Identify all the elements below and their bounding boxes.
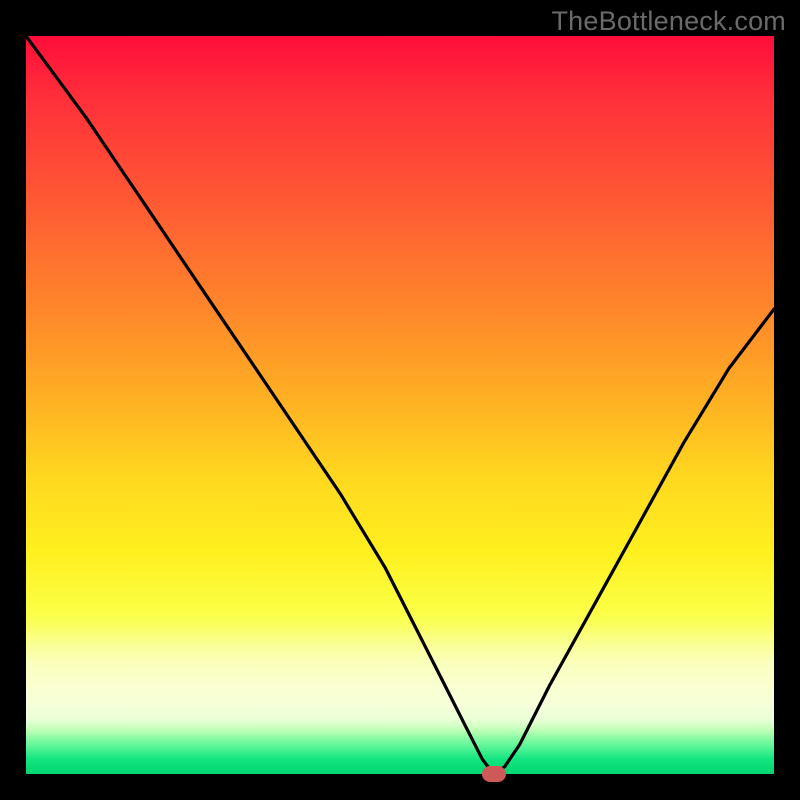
watermark-text: TheBottleneck.com <box>551 6 786 37</box>
background-gradient <box>26 36 774 774</box>
plot-area <box>26 36 774 774</box>
optimal-point-marker <box>482 766 506 782</box>
plot-inner <box>26 36 774 774</box>
chart-frame: TheBottleneck.com <box>0 0 800 800</box>
